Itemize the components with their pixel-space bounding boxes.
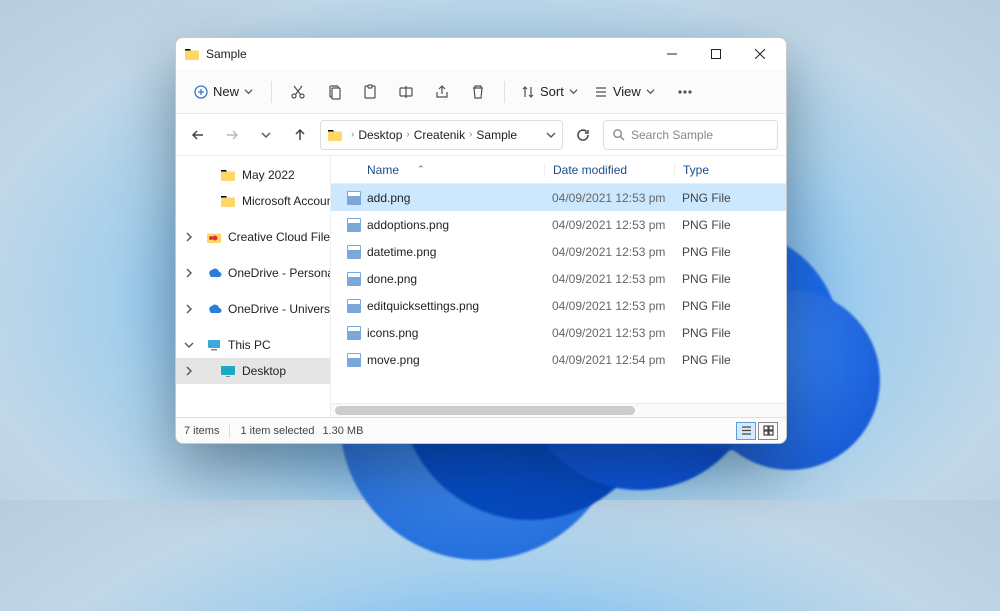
back-button[interactable] (184, 121, 212, 149)
column-name[interactable]: Name⌃ (339, 163, 544, 177)
sidebar: May 2022 Microsoft Account Creative Clou… (176, 156, 331, 417)
file-type: PNG File (674, 218, 786, 232)
search-input[interactable]: Search Sample (603, 120, 778, 150)
new-button[interactable]: New (186, 80, 261, 103)
sidebar-item[interactable]: Microsoft Account (176, 188, 330, 214)
folder-icon (327, 127, 343, 143)
file-type: PNG File (674, 326, 786, 340)
view-icon (594, 85, 608, 99)
file-row[interactable]: addoptions.png 04/09/2021 12:53 pmPNG Fil… (331, 211, 786, 238)
chevron-down-icon (244, 87, 253, 96)
image-file-icon (347, 326, 361, 340)
file-row[interactable]: move.png 04/09/2021 12:54 pmPNG File (331, 346, 786, 373)
file-date: 04/09/2021 12:53 pm (544, 191, 674, 205)
status-bar: 7 items 1 item selected 1.30 MB (176, 417, 786, 443)
file-type: PNG File (674, 272, 786, 286)
close-button[interactable] (738, 38, 782, 70)
cut-button[interactable] (282, 76, 314, 108)
file-date: 04/09/2021 12:53 pm (544, 272, 674, 286)
up-button[interactable] (286, 121, 314, 149)
toolbar: New Sort View (176, 70, 786, 114)
file-list: Name⌃ Date modified Type add.png 04/09/20… (331, 156, 786, 417)
chevron-down-icon[interactable] (546, 130, 556, 140)
view-button[interactable]: View (588, 80, 661, 103)
file-name: move.png (367, 353, 420, 367)
file-type: PNG File (674, 245, 786, 259)
status-selection: 1 item selected (240, 425, 314, 437)
file-row[interactable]: add.png 04/09/2021 12:53 pmPNG File (331, 184, 786, 211)
sidebar-item-onedrive[interactable]: OneDrive - University of t (176, 296, 330, 322)
forward-button[interactable] (218, 121, 246, 149)
file-explorer-window: Sample New Sort View (175, 37, 787, 444)
titlebar[interactable]: Sample (176, 38, 786, 70)
file-row[interactable]: datetime.png 04/09/2021 12:53 pmPNG File (331, 238, 786, 265)
file-date: 04/09/2021 12:54 pm (544, 353, 674, 367)
copy-button[interactable] (318, 76, 350, 108)
image-file-icon (347, 218, 361, 232)
rename-button[interactable] (390, 76, 422, 108)
chevron-down-icon (569, 87, 578, 96)
delete-button[interactable] (462, 76, 494, 108)
window-title: Sample (206, 47, 247, 61)
address-bar[interactable]: › Desktop › Createnik › Sample (320, 120, 563, 150)
recent-button[interactable] (252, 121, 280, 149)
details-view-button[interactable] (736, 422, 756, 440)
file-date: 04/09/2021 12:53 pm (544, 326, 674, 340)
file-name: editquicksettings.png (367, 299, 479, 313)
file-name: datetime.png (367, 245, 436, 259)
breadcrumb-part[interactable]: Desktop (358, 128, 402, 142)
breadcrumb-part[interactable]: Sample (476, 128, 517, 142)
file-name: add.png (367, 191, 410, 205)
status-count: 7 items (184, 425, 219, 437)
horizontal-scrollbar[interactable] (331, 403, 786, 417)
folder-icon (184, 46, 200, 62)
sort-icon (521, 85, 535, 99)
sidebar-item-onedrive[interactable]: OneDrive - Personal (176, 260, 330, 286)
image-file-icon (347, 191, 361, 205)
column-headers: Name⌃ Date modified Type (331, 156, 786, 184)
file-name: addoptions.png (367, 218, 449, 232)
column-type[interactable]: Type (674, 163, 786, 177)
file-date: 04/09/2021 12:53 pm (544, 245, 674, 259)
file-row[interactable]: editquicksettings.png 04/09/2021 12:53 pm… (331, 292, 786, 319)
image-file-icon (347, 245, 361, 259)
breadcrumb-part[interactable]: Createnik (414, 128, 465, 142)
search-icon (612, 128, 625, 141)
chevron-down-icon (646, 87, 655, 96)
file-row[interactable]: icons.png 04/09/2021 12:53 pmPNG File (331, 319, 786, 346)
sidebar-item[interactable]: May 2022 (176, 162, 330, 188)
sort-asc-icon: ⌃ (417, 164, 425, 175)
file-date: 04/09/2021 12:53 pm (544, 218, 674, 232)
paste-button[interactable] (354, 76, 386, 108)
sidebar-item-creative-cloud[interactable]: Creative Cloud Files (176, 224, 330, 250)
icons-view-button[interactable] (758, 422, 778, 440)
plus-circle-icon (194, 85, 208, 99)
sidebar-item-desktop[interactable]: Desktop (176, 358, 330, 384)
image-file-icon (347, 299, 361, 313)
file-type: PNG File (674, 191, 786, 205)
refresh-button[interactable] (569, 121, 597, 149)
sort-button[interactable]: Sort (515, 80, 584, 103)
image-file-icon (347, 353, 361, 367)
maximize-button[interactable] (694, 38, 738, 70)
file-type: PNG File (674, 299, 786, 313)
column-date[interactable]: Date modified (544, 163, 674, 177)
navbar: › Desktop › Createnik › Sample Search Sa… (176, 114, 786, 156)
image-file-icon (347, 272, 361, 286)
minimize-button[interactable] (650, 38, 694, 70)
file-type: PNG File (674, 353, 786, 367)
file-row[interactable]: done.png 04/09/2021 12:53 pmPNG File (331, 265, 786, 292)
more-button[interactable] (669, 76, 701, 108)
status-size: 1.30 MB (322, 425, 363, 437)
file-date: 04/09/2021 12:53 pm (544, 299, 674, 313)
file-name: done.png (367, 272, 417, 286)
file-name: icons.png (367, 326, 418, 340)
sidebar-item-this-pc[interactable]: This PC (176, 332, 330, 358)
share-button[interactable] (426, 76, 458, 108)
